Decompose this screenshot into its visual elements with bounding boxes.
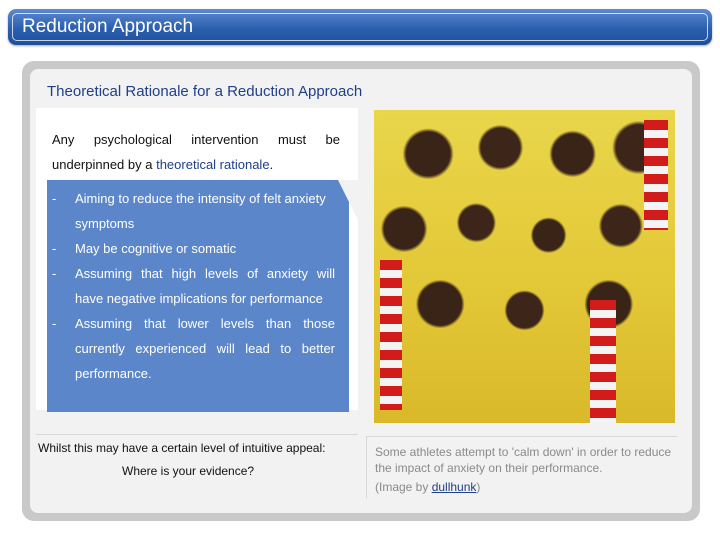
credit-link[interactable]: dullhunk [432, 480, 477, 494]
bullet-marker: - [52, 241, 57, 256]
appeal-text: Whilst this may have a certain level of … [38, 441, 326, 455]
theoretical-rationale-highlight: theoretical rationale [156, 157, 270, 172]
bullet-text: May be cognitive or somatic [75, 241, 237, 256]
bullet-item: - Aiming to reduce the intensity of felt… [52, 186, 335, 236]
bullet-item: - May be cognitive or somatic [52, 236, 335, 261]
intro-suffix: . [269, 157, 274, 172]
bullet-box-corner [338, 180, 358, 220]
bullet-text: Aiming to reduce the intensity of felt a… [75, 191, 326, 231]
caption-text: Some athletes attempt to 'calm down' in … [375, 445, 672, 475]
title-bar: Reduction Approach [8, 9, 712, 45]
intro-line-2: underpinned by a theoretical rationale. [52, 152, 340, 177]
intro-word: must [277, 132, 307, 147]
scarf-stripes [380, 260, 402, 410]
divider [366, 436, 367, 498]
scarf-stripes [590, 300, 616, 423]
intro-word: intervention [191, 132, 259, 147]
bullet-marker: - [52, 266, 57, 281]
bullet-marker: - [52, 191, 57, 206]
page-title: Reduction Approach [22, 16, 194, 37]
intro-word: be [325, 132, 340, 147]
evidence-question: Where is your evidence? [122, 464, 255, 478]
image-credit: (Image by dullhunk) [375, 479, 675, 495]
intro-line-1: Any psychological intervention must be [52, 127, 340, 152]
bullet-item: - Assuming that lower levels than those … [52, 311, 335, 386]
credit-prefix: (Image by [375, 480, 432, 494]
intro-word: Any [52, 132, 75, 147]
credit-suffix: ) [476, 480, 481, 494]
image-caption: Some athletes attempt to 'calm down' in … [375, 444, 675, 495]
scarf-stripes [644, 120, 668, 230]
bullet-marker: - [52, 316, 57, 331]
intro-prefix: underpinned by a [52, 157, 157, 172]
bullet-list: - Aiming to reduce the intensity of felt… [52, 186, 335, 386]
bullet-item: - Assuming that high levels of anxiety w… [52, 261, 335, 311]
intro-paragraph: Any psychological intervention must be u… [52, 127, 340, 177]
bullet-text: Assuming that high levels of anxiety wil… [75, 266, 335, 306]
slide-heading: Theoretical Rationale for a Reduction Ap… [47, 83, 363, 100]
divider [366, 436, 677, 437]
divider [36, 434, 358, 435]
fans-photo [374, 110, 675, 423]
intro-word: psychological [93, 132, 172, 147]
bullet-text: Assuming that lower levels than those cu… [75, 316, 335, 381]
